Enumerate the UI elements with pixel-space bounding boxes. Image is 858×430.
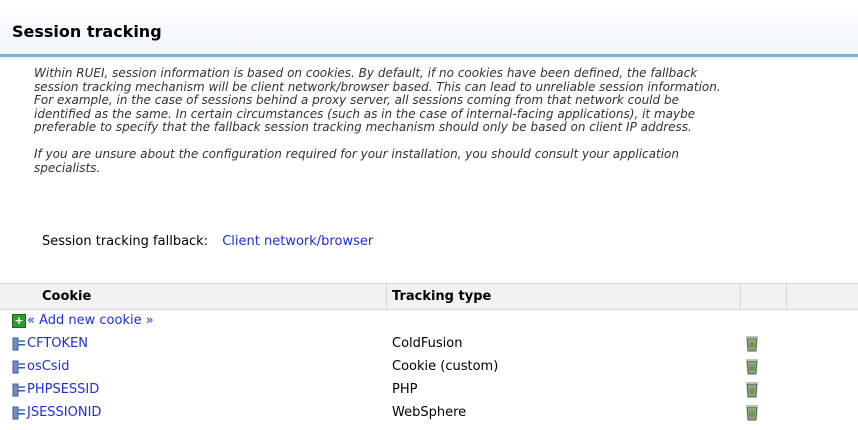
table-row: osCsid Cookie (custom) [0,356,858,379]
fallback-value-link[interactable]: Client network/browser [222,234,373,249]
page-header: Session tracking [0,0,858,60]
table-header: Cookie Tracking type [0,283,858,310]
cookie-name-link[interactable]: CFTOKEN [27,336,88,351]
table-row: PHPSESSID PHP [0,379,858,402]
cookie-name-link[interactable]: PHPSESSID [27,382,99,397]
tracking-type-cell: PHP [392,382,418,397]
description-line: specialists. [34,160,101,175]
description-text: Within RUEI, session information is base… [34,66,858,175]
description-line: identified as the same. In certain circu… [34,106,696,121]
tracking-type-cell: ColdFusion [392,336,463,351]
trash-icon[interactable] [744,404,760,422]
tracking-type-cell: WebSphere [392,405,467,420]
cookie-key-icon [12,383,25,397]
column-separator [740,284,741,309]
column-separator [386,284,387,309]
add-cookie-row: + « Add new cookie » [0,310,858,333]
cookie-name-link[interactable]: osCsid [27,359,69,374]
table-row: CFTOKEN ColdFusion [0,333,858,356]
column-header-cookie: Cookie [42,289,92,304]
description-line: For example, in the case of sessions beh… [34,93,679,107]
description-line: If you are unsure about the configuratio… [34,147,679,161]
column-header-tracking-type: Tracking type [392,289,492,304]
cookie-name-link[interactable]: JSESSIONID [27,405,101,420]
column-separator [786,284,787,309]
trash-icon[interactable] [744,381,760,399]
add-icon[interactable]: + [12,314,26,328]
trash-icon[interactable] [744,335,760,353]
cookie-key-icon [12,337,25,351]
cookie-table: Cookie Tracking type + « Add new cookie … [0,283,858,425]
header-divider [0,54,858,57]
page-title: Session tracking [12,22,162,41]
description-line: session tracking mechanism will be clien… [34,79,721,94]
fallback-label: Session tracking fallback: [42,234,209,249]
table-row: JSESSIONID WebSphere [0,402,858,425]
tracking-type-cell: Cookie (custom) [392,359,499,374]
add-new-cookie-link[interactable]: « Add new cookie » [27,313,154,328]
trash-icon[interactable] [744,358,760,376]
description-line: Within RUEI, session information is base… [34,66,698,80]
cookie-key-icon [12,406,25,420]
description-line: preferable to specify that the fallback … [34,120,692,134]
session-tracking-fallback: Session tracking fallback: Client networ… [42,234,373,249]
cookie-key-icon [12,360,25,374]
